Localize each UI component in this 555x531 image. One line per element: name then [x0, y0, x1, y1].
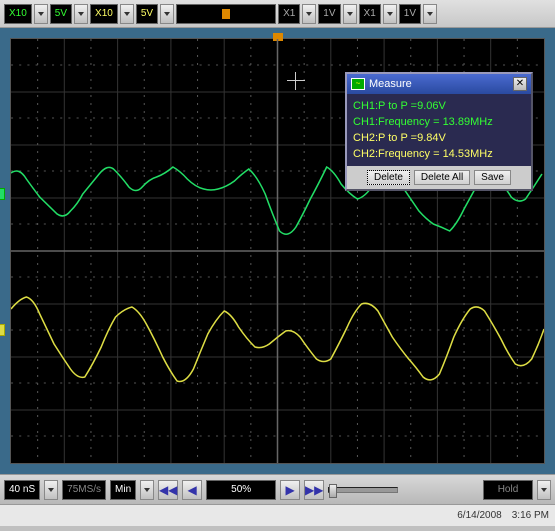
- dropdown-icon[interactable]: [343, 4, 357, 24]
- forward-button[interactable]: ▶: [280, 480, 300, 500]
- probe1-mult[interactable]: X10: [4, 4, 32, 24]
- rewind-button[interactable]: ◀◀: [158, 480, 178, 500]
- probe1-volt[interactable]: 5V: [50, 4, 72, 24]
- probe4-volt[interactable]: 1V: [399, 4, 421, 24]
- dropdown-icon[interactable]: [74, 4, 88, 24]
- ch2-ground-marker[interactable]: [0, 324, 5, 336]
- scope-container: ~ Measure ✕ CH1:P to P =9.06VCH1:Frequen…: [0, 28, 555, 474]
- probe4-mult[interactable]: X1: [359, 4, 381, 24]
- zoom-slider[interactable]: [328, 487, 398, 493]
- trigger-pos-marker[interactable]: [273, 33, 283, 41]
- delete-button[interactable]: Delete: [367, 170, 410, 185]
- cursor-crosshair-icon: [287, 72, 305, 90]
- probe2-mult[interactable]: X10: [90, 4, 118, 24]
- dropdown-icon[interactable]: [44, 480, 58, 500]
- measure-icon: ~: [351, 78, 365, 90]
- sample-rate-field: 75MS/s: [62, 480, 106, 500]
- status-time: 3:16 PM: [512, 510, 549, 521]
- dropdown-icon[interactable]: [140, 480, 154, 500]
- probe3-volt[interactable]: 1V: [318, 4, 340, 24]
- save-button[interactable]: Save: [474, 170, 511, 185]
- bottom-toolbar: 40 nS 75MS/s Min ◀◀ ◀ 50% ▶ ▶▶ Hold: [0, 474, 555, 504]
- back-button[interactable]: ◀: [182, 480, 202, 500]
- position-field[interactable]: 50%: [206, 480, 276, 500]
- measure-window[interactable]: ~ Measure ✕ CH1:P to P =9.06VCH1:Frequen…: [345, 72, 533, 191]
- hold-button[interactable]: Hold: [483, 480, 533, 500]
- measure-buttons: Delete Delete All Save: [347, 166, 531, 189]
- fastforward-button[interactable]: ▶▶: [304, 480, 324, 500]
- dropdown-icon[interactable]: [160, 4, 174, 24]
- dropdown-icon[interactable]: [120, 4, 134, 24]
- measure-line[interactable]: CH1:Frequency = 13.89MHz: [353, 114, 525, 130]
- trigger-display[interactable]: [176, 4, 276, 24]
- dropdown-icon[interactable]: [302, 4, 316, 24]
- measure-line[interactable]: CH1:P to P =9.06V: [353, 98, 525, 114]
- top-toolbar: X10 5V X10 5V X1 1V X1 1V: [0, 0, 555, 28]
- status-bar: 6/14/2008 3:16 PM: [0, 504, 555, 526]
- dropdown-icon[interactable]: [34, 4, 48, 24]
- dropdown-icon[interactable]: [383, 4, 397, 24]
- dropdown-icon[interactable]: [537, 480, 551, 500]
- measure-body: CH1:P to P =9.06VCH1:Frequency = 13.89MH…: [347, 94, 531, 166]
- measure-title-text: Measure: [369, 78, 412, 90]
- slider-thumb[interactable]: [329, 484, 337, 498]
- probe3-mult[interactable]: X1: [278, 4, 300, 24]
- trigger-marker-icon: [222, 9, 230, 19]
- probe2-volt[interactable]: 5V: [136, 4, 158, 24]
- mode-field[interactable]: Min: [110, 480, 136, 500]
- measure-titlebar[interactable]: ~ Measure ✕: [347, 74, 531, 94]
- close-icon[interactable]: ✕: [513, 77, 527, 91]
- measure-line[interactable]: CH2:P to P =9.84V: [353, 130, 525, 146]
- dropdown-icon[interactable]: [423, 4, 437, 24]
- timebase-field[interactable]: 40 nS: [4, 480, 40, 500]
- status-date: 6/14/2008: [457, 510, 502, 521]
- ch1-ground-marker[interactable]: [0, 188, 5, 200]
- delete-all-button[interactable]: Delete All: [414, 170, 470, 185]
- measure-line[interactable]: CH2:Frequency = 14.53MHz: [353, 146, 525, 162]
